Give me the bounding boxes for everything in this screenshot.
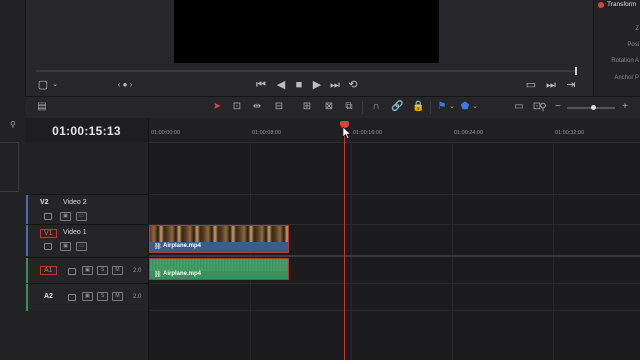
play-icon[interactable]: ▶ [310, 78, 324, 92]
lock-icon[interactable] [68, 294, 76, 301]
solo-button[interactable]: S [97, 266, 108, 275]
track-name-v2[interactable]: Video 2 [63, 199, 87, 206]
inspector-section-title[interactable]: Transform [607, 1, 636, 8]
track-id-a1[interactable]: A1 [40, 266, 57, 275]
inspector-label-position: Posi [627, 42, 639, 48]
auto-track-select-icon[interactable]: ▣ [60, 242, 71, 251]
overwrite-clip-icon[interactable]: ⊠ [323, 101, 335, 113]
toolbar-divider [362, 101, 363, 114]
clip-name: Airplane.mp4 [163, 243, 202, 249]
zoom-in-icon[interactable]: + [619, 101, 631, 113]
viewer-nav-indicator[interactable]: ‹ ● › [110, 78, 140, 92]
track-header-a2[interactable]: A2 ▣ S M 2.0 [26, 283, 148, 311]
timeline-view-options-icon[interactable]: ▤ [35, 101, 49, 113]
link-icon: ⛓ [154, 272, 162, 278]
track-header-v1[interactable]: V1 Video 1 ▣ ▭ [26, 224, 148, 256]
track-visibility-icon[interactable]: ▭ [76, 212, 87, 221]
playhead-line[interactable] [344, 126, 345, 360]
lock-icon[interactable] [68, 268, 76, 275]
video-audio-divider[interactable] [149, 255, 640, 257]
inspector-label-rotation: Rotation A [611, 58, 639, 64]
linked-selection-icon[interactable]: 🔗 [391, 101, 403, 113]
track-level-a2: 2.0 [133, 294, 142, 300]
track-id-a2: A2 [44, 293, 53, 300]
timeline-toolbar: ▤ ➤ ⊡ ⇹ ⊟ ⊞ ⊠ ⧉ ∩ 🔗 🔒 ⚑ ⌄ ⬟ ⌄ ▭ ⊡ ⚲ − + [25, 96, 640, 120]
audio-waveform [150, 259, 288, 271]
match-frame-icon[interactable]: ▭ [524, 78, 538, 92]
audio-clip[interactable]: ⛓ Airplane.mp4 [149, 258, 289, 280]
track-accent-bar [26, 195, 28, 225]
track-separator [149, 194, 640, 195]
skip-to-end-icon[interactable]: ⏭ [328, 78, 342, 92]
blade-tool-icon[interactable]: ⊟ [273, 101, 285, 113]
lock-icon[interactable] [44, 213, 52, 220]
mute-button[interactable]: M [112, 292, 123, 301]
scrub-handle[interactable] [575, 67, 577, 75]
snapping-icon[interactable]: ∩ [370, 101, 382, 113]
viewer-options-chevron-icon[interactable]: ⌄ [48, 78, 62, 92]
ruler-label: 01:00:00:00 [151, 130, 181, 136]
prev-frame-icon[interactable]: ◀ [274, 78, 288, 92]
position-lock-icon[interactable]: 🔒 [412, 101, 424, 113]
link-icon: ⛓ [154, 244, 162, 250]
track-accent-bar [26, 225, 28, 256]
track-separator [149, 283, 640, 284]
track-id-v2: V2 [40, 199, 49, 206]
grid-line [553, 142, 554, 360]
trim-tool-icon[interactable]: ⊡ [231, 101, 243, 113]
media-pool-edge [0, 0, 26, 118]
auto-track-select-icon[interactable]: ▣ [60, 212, 71, 221]
track-name-v1[interactable]: Video 1 [63, 229, 87, 236]
next-marker-icon[interactable]: ⏭ [544, 78, 558, 92]
solo-button[interactable]: S [97, 292, 108, 301]
last-marker-icon[interactable]: ⇥ [564, 78, 578, 92]
ruler-label: 01:00:08:00 [252, 130, 282, 136]
zoom-search-icon[interactable]: ⚲ [537, 102, 549, 114]
clip-name: Airplane.mp4 [163, 271, 202, 277]
track-id-v1[interactable]: V1 [40, 229, 57, 238]
viewer-scrub-bar[interactable] [36, 70, 576, 72]
track-header-v2[interactable]: V2 Video 2 ▣ ▭ [26, 194, 148, 225]
timeline-ruler[interactable]: 01:00:00:00 01:00:08:00 01:00:16:00 01:0… [149, 118, 640, 143]
ruler-label: 01:00:32:00 [555, 130, 585, 136]
grid-line [452, 142, 453, 360]
lock-icon[interactable] [44, 243, 52, 250]
grid-line [351, 142, 352, 360]
transport-controls: ▢ ⌄ ‹ ● › ⏮ ◀ ■ ▶ ⏭ ⟲ ▭ ⏭ ⇥ [36, 78, 593, 94]
mute-button[interactable]: M [112, 266, 123, 275]
mouse-cursor-icon [343, 127, 351, 139]
ruler-label: 01:00:16:00 [353, 130, 383, 136]
replace-clip-icon[interactable]: ⧉ [343, 101, 355, 113]
insert-clip-icon[interactable]: ⊞ [301, 101, 313, 113]
track-separator [149, 310, 640, 311]
stop-icon[interactable]: ■ [292, 78, 306, 92]
track-header-a1[interactable]: A1 ▣ S M 2.0 [26, 257, 148, 283]
zoom-full-icon[interactable]: ▭ [513, 101, 525, 113]
zoom-slider-handle[interactable] [591, 105, 596, 110]
track-level-a1: 2.0 [133, 268, 142, 274]
flag-dropdown-chevron-icon[interactable]: ⌄ [446, 101, 458, 113]
track-accent-bar [26, 284, 28, 311]
skip-to-start-icon[interactable]: ⏮ [254, 78, 268, 92]
track-visibility-icon[interactable]: ▭ [76, 242, 87, 251]
marker-dropdown-chevron-icon[interactable]: ⌄ [469, 101, 481, 113]
inspector-label-anchor: Anchor P [614, 75, 639, 81]
auto-track-select-icon[interactable]: ▣ [82, 266, 93, 275]
transform-enabled-toggle[interactable] [598, 2, 604, 8]
video-preview[interactable] [174, 0, 439, 63]
selection-tool-icon[interactable]: ➤ [211, 101, 223, 113]
inspector-label-zoom: Z [635, 26, 639, 32]
dynamic-trim-icon[interactable]: ⇹ [251, 101, 263, 113]
sidebar-panel-box [0, 142, 19, 192]
track-accent-bar [26, 258, 28, 283]
search-icon[interactable]: ⚲ [10, 120, 16, 129]
toolbar-divider [430, 101, 431, 114]
ruler-label: 01:00:24:00 [454, 130, 484, 136]
clip-thumbnail-strip [150, 226, 288, 242]
zoom-out-icon[interactable]: − [552, 101, 564, 113]
video-clip[interactable]: ⛓ Airplane.mp4 [149, 225, 289, 253]
loop-icon[interactable]: ⟲ [346, 78, 360, 92]
timeline-timecode[interactable]: 01:00:15:13 [25, 118, 148, 142]
auto-track-select-icon[interactable]: ▣ [82, 292, 93, 301]
